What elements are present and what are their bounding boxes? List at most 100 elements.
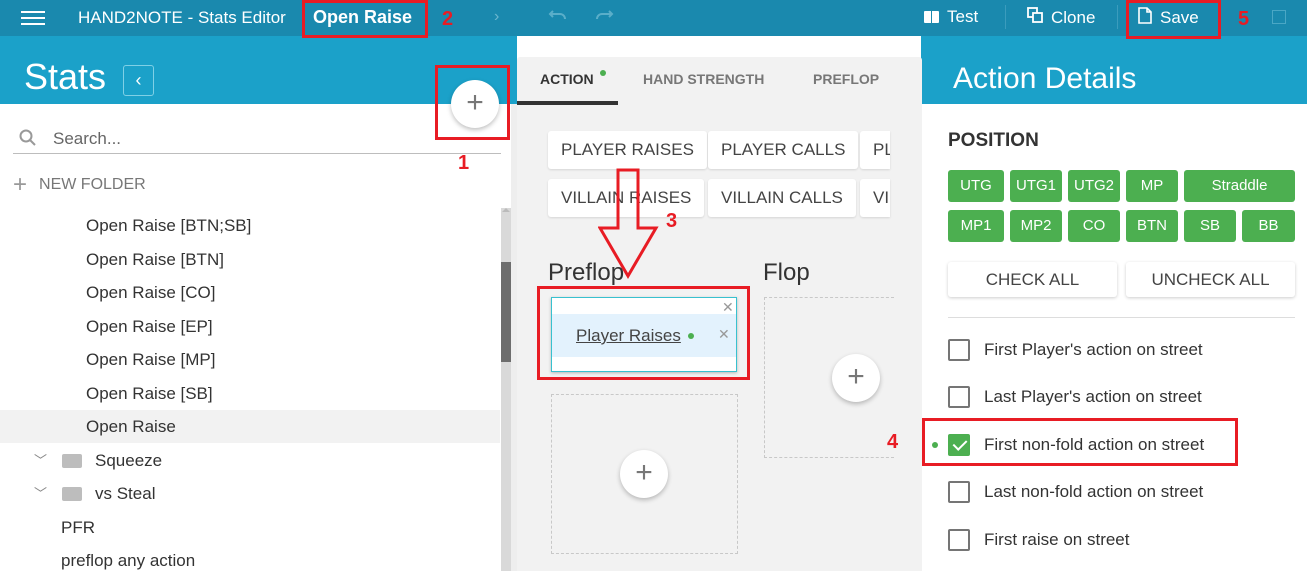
annotation-number: 3 [666, 210, 678, 232]
uncheck-all-button[interactable]: UNCHECK ALL [1126, 262, 1295, 297]
tree-item[interactable]: PFR [0, 511, 500, 544]
action-editor-panel: ACTION HAND STRENGTH PREFLOP PLAYER RAIS… [517, 57, 922, 571]
action-chip-player-calls[interactable]: PLAYER CALLS [708, 131, 859, 169]
tree-item-label: PFR [61, 518, 95, 537]
clone-button[interactable]: Clone [1027, 7, 1095, 28]
option-last-player-action[interactable]: Last Player's action on street [948, 382, 1202, 412]
tree-item[interactable]: Open Raise [MP] [0, 343, 500, 376]
toolbar-divider [1005, 5, 1006, 29]
save-file-icon [1138, 7, 1152, 29]
action-chip-partial[interactable]: PL [860, 131, 890, 169]
add-flop-action-button[interactable]: + [832, 354, 880, 402]
scrollbar-thumb[interactable] [501, 262, 511, 362]
add-stat-button[interactable]: + [451, 80, 499, 128]
modified-dot [932, 442, 938, 448]
annotation-number: 2 [442, 8, 454, 30]
position-utg2[interactable]: UTG2 [1068, 170, 1120, 202]
position-straddle[interactable]: Straddle [1184, 170, 1295, 202]
position-utg[interactable]: UTG [948, 170, 1004, 202]
tree-item[interactable]: Open Raise [BTN] [0, 243, 500, 276]
add-preflop-action-button[interactable]: + [620, 450, 668, 498]
checkbox[interactable] [948, 339, 970, 361]
tree-item[interactable]: Open Raise [SB] [0, 377, 500, 410]
chevron-down-icon[interactable]: ﹀ [34, 477, 47, 510]
test-button[interactable]: Test [924, 7, 978, 27]
remove-action-icon[interactable]: ✕ [718, 326, 730, 343]
checkbox[interactable] [948, 386, 970, 408]
search-field[interactable] [13, 123, 501, 154]
preflop-action-card[interactable]: ✕ Player Raises ✕ [551, 297, 737, 372]
position-mp2[interactable]: MP2 [1010, 210, 1062, 242]
save-button[interactable]: Save [1138, 7, 1199, 29]
tree-folder-label: vs Steal [95, 484, 156, 503]
test-label: Test [947, 7, 979, 26]
sidebar-scrollbar[interactable] [501, 208, 511, 571]
tree-item-label: Open Raise [BTN;SB] [86, 216, 252, 235]
action-chip-partial[interactable]: VI [860, 179, 890, 217]
toolbar-divider [1117, 5, 1118, 29]
collapse-sidebar-button[interactable]: ‹ [123, 65, 154, 96]
redo-icon[interactable] [594, 8, 614, 27]
tree-item[interactable]: Open Raise [BTN;SB] [0, 209, 500, 242]
position-mp1[interactable]: MP1 [948, 210, 1004, 242]
position-btn[interactable]: BTN [1126, 210, 1178, 242]
tree-folder[interactable]: ﹀ vs Steal [0, 477, 500, 510]
tree-folder-label: Squeeze [95, 451, 163, 470]
folder-icon [62, 454, 82, 468]
option-first-player-action[interactable]: First Player's action on street [948, 335, 1203, 365]
new-folder-button[interactable]: + NEW FOLDER [13, 171, 146, 199]
scroll-up-icon[interactable] [502, 208, 510, 212]
undo-icon[interactable] [548, 8, 568, 27]
position-sb[interactable]: SB [1184, 210, 1236, 242]
action-chip-player-raises[interactable]: PLAYER RAISES [548, 131, 707, 169]
option-label: First Player's action on street [984, 340, 1203, 359]
action-chip-villain-calls[interactable]: VILLAIN CALLS [708, 179, 856, 217]
chevron-down-icon[interactable]: ﹀ [34, 444, 47, 477]
position-bb[interactable]: BB [1242, 210, 1295, 242]
modified-dot [688, 333, 694, 339]
menu-icon[interactable] [21, 9, 45, 27]
tree-item-label: Open Raise [CO] [86, 283, 216, 302]
option-last-non-fold-action[interactable]: Last non-fold action on street [948, 477, 1203, 507]
tab-hand-strength[interactable]: HAND STRENGTH [643, 71, 764, 87]
option-label: Last Player's action on street [984, 387, 1202, 406]
option-first-non-fold-action[interactable]: First non-fold action on street [948, 430, 1204, 460]
search-icon [19, 129, 37, 152]
action-player-raises-link[interactable]: Player Raises [576, 326, 681, 346]
checkbox[interactable] [948, 529, 970, 551]
street-flop-title: Flop [763, 259, 810, 286]
search-input[interactable] [53, 127, 493, 151]
check-all-button[interactable]: CHECK ALL [948, 262, 1117, 297]
tree-folder[interactable]: ﹀ Squeeze [0, 444, 500, 477]
clone-label: Clone [1051, 7, 1096, 27]
tree-item-label: Open Raise [MP] [86, 350, 216, 369]
forward-nav-icon[interactable]: › [494, 8, 499, 26]
maximize-icon[interactable] [1272, 10, 1286, 24]
position-utg1[interactable]: UTG1 [1010, 170, 1062, 202]
tree-item[interactable]: Open Raise [EP] [0, 310, 500, 343]
tree-item-label: preflop any action [61, 551, 196, 570]
position-co[interactable]: CO [1068, 210, 1120, 242]
position-mp[interactable]: MP [1126, 170, 1178, 202]
option-label: First non-fold action on street [984, 435, 1205, 454]
option-first-raise[interactable]: First raise on street [948, 525, 1130, 555]
option-label: Last non-fold action on street [984, 482, 1204, 501]
annotation-arrow-icon [598, 168, 659, 279]
header-band [502, 36, 517, 104]
active-tab-indicator [517, 101, 618, 105]
annotation-number: 4 [887, 431, 899, 453]
tree-item-label: Open Raise [SB] [86, 384, 213, 403]
tree-item[interactable]: Open Raise [CO] [0, 276, 500, 309]
checkbox[interactable] [948, 481, 970, 503]
title-bar: HAND2NOTE - Stats Editor Open Raise › Te… [0, 0, 1307, 36]
folder-icon [62, 487, 82, 501]
stats-panel-header: Stats [0, 36, 502, 104]
stats-title: Stats [24, 56, 107, 97]
tab-preflop[interactable]: PREFLOP [813, 71, 879, 87]
tab-action[interactable]: ACTION [540, 70, 606, 87]
current-stat-name[interactable]: Open Raise [313, 7, 412, 28]
checkbox-checked[interactable] [948, 434, 970, 456]
tree-item-selected[interactable]: Open Raise [0, 410, 500, 443]
tree-item[interactable]: preflop any action [0, 544, 500, 577]
option-label: First raise on street [984, 530, 1130, 549]
